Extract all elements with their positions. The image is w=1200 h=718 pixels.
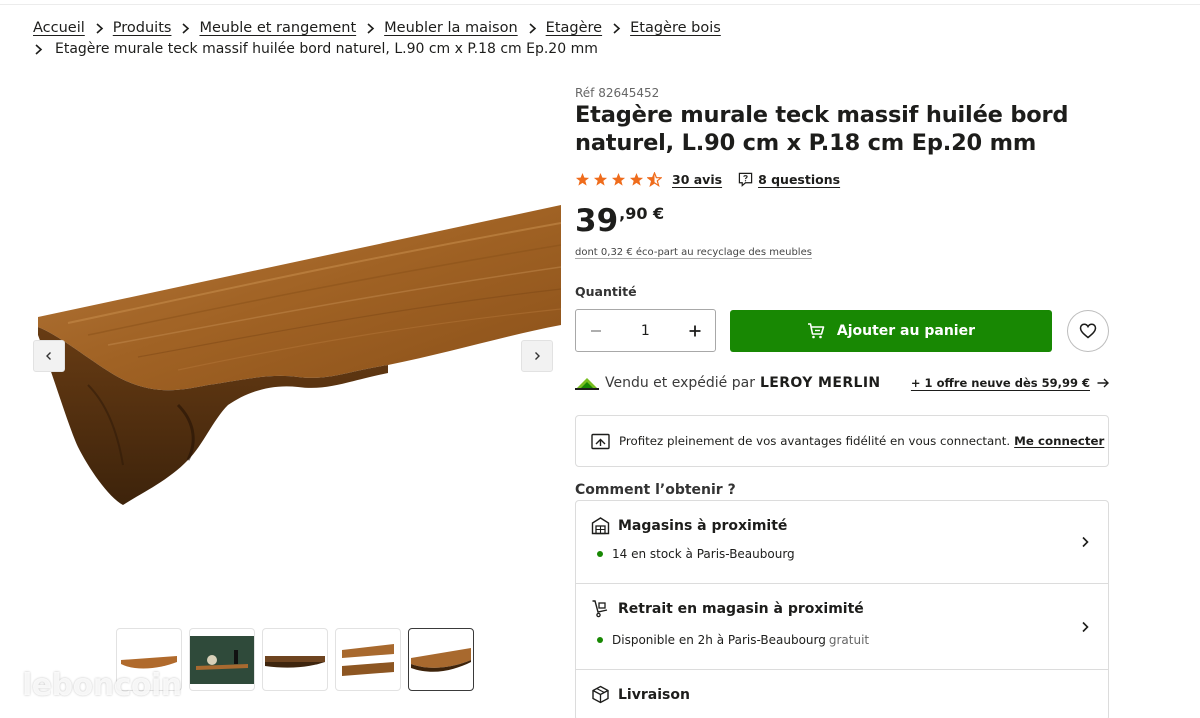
thumbnail-2[interactable]: [189, 628, 255, 691]
minus-icon: [591, 329, 601, 332]
breadcrumb-row: Accueil Produits Meuble et rangement Meu…: [33, 18, 1153, 39]
delivery-options: Magasins à proximité 14 en stock à Paris…: [575, 500, 1109, 718]
product-title: Etagère murale teck massif huilée bord n…: [575, 102, 1069, 156]
product-main-image[interactable]: [28, 205, 562, 505]
availability-dot: [597, 551, 603, 557]
loyalty-banner: Profitez pleinement de vos avantages fid…: [575, 415, 1109, 467]
pickup-text: Disponible en 2h à Paris-Beaubourg: [612, 633, 826, 647]
star-full-icon: [611, 172, 626, 186]
seller-text: Vendu et expédié par: [605, 375, 755, 391]
chevron-right-icon: [356, 18, 384, 39]
price-decimal: ,90 €: [619, 204, 665, 223]
quantity-increase-button[interactable]: [687, 323, 703, 339]
add-to-cart-label: Ajouter au panier: [836, 322, 975, 339]
delivery-option-label: Magasins à proximité: [618, 517, 788, 534]
quantity-input[interactable]: [625, 322, 666, 339]
loyalty-card-icon: [591, 433, 610, 449]
chevron-right-icon: [1082, 536, 1089, 548]
gallery-prev-button[interactable]: [33, 340, 65, 372]
top-divider: [0, 0, 1200, 5]
questions-link[interactable]: 8 questions: [738, 172, 840, 187]
heart-icon: [1079, 323, 1097, 338]
teak-shelf-image: [38, 205, 562, 505]
availability-dot: [597, 637, 603, 643]
quantity-decrease-button[interactable]: [588, 323, 604, 339]
chevron-right-icon: [33, 39, 55, 60]
questions-label: 8 questions: [758, 171, 841, 187]
thumbnail-3[interactable]: [262, 628, 328, 691]
delivery-option-detail: 14 en stock à Paris-Beaubourg: [597, 547, 1108, 561]
other-offers-label: + 1 offre neuve dès 59,99 €: [910, 376, 1090, 390]
add-to-cart-button[interactable]: Ajouter au panier: [729, 309, 1053, 352]
thumbnail-5-active[interactable]: [408, 628, 474, 691]
plus-icon: [689, 325, 701, 336]
chevron-right-icon: [518, 18, 546, 39]
seller-name: LEROY MERLIN: [759, 375, 881, 391]
chevron-right-icon: [1082, 621, 1089, 633]
delivery-option-detail: Disponible en 2h à Paris-Beaubourg gratu…: [597, 633, 1108, 647]
delivery-option-stores[interactable]: Magasins à proximité 14 en stock à Paris…: [576, 501, 1108, 584]
breadcrumb-current: Etagère murale teck massif huilée bord n…: [55, 41, 598, 57]
rating-row: 30 avis 8 questions: [575, 169, 1109, 189]
price-integer: 39: [575, 203, 619, 239]
star-full-icon: [629, 172, 644, 186]
arrow-right-icon: [1097, 378, 1109, 388]
delivery-option-title: Retrait en magasin à proximité: [591, 599, 1108, 618]
other-offers-link[interactable]: + 1 offre neuve dès 59,99 €: [911, 376, 1109, 390]
breadcrumb-meuble-rangement[interactable]: Meuble et rangement: [199, 18, 356, 39]
star-full-icon: [593, 172, 608, 186]
chevron-right-icon: [171, 18, 199, 39]
delivery-option-pickup[interactable]: Retrait en magasin à proximité Disponibl…: [576, 584, 1108, 670]
wishlist-button[interactable]: [1067, 309, 1110, 352]
breadcrumb-accueil[interactable]: Accueil: [33, 18, 85, 39]
reviews-link[interactable]: 30 avis: [672, 172, 722, 187]
gallery-next-button[interactable]: [521, 340, 553, 372]
loyalty-text: Profitez pleinement de vos avantages fid…: [619, 434, 1011, 448]
quantity-stepper: [575, 309, 716, 352]
package-icon: [592, 685, 609, 704]
price: 39 ,90 €: [575, 203, 1109, 239]
trolley-icon: [592, 600, 608, 618]
quantity-label: Quantité: [575, 284, 637, 299]
breadcrumb-current-row: Etagère murale teck massif huilée bord n…: [33, 39, 1153, 60]
chevron-right-icon: [602, 18, 630, 39]
star-half-icon: [647, 171, 662, 187]
chevron-right-icon: [535, 352, 540, 360]
delivery-option-home[interactable]: Livraison: [576, 670, 1108, 718]
star-full-icon: [575, 172, 590, 186]
connect-link[interactable]: Me connecter: [1014, 434, 1104, 448]
delivery-option-label: Retrait en magasin à proximité: [618, 600, 864, 617]
product-ref: Réf 82645452: [575, 86, 660, 100]
obtain-heading: Comment l’obtenir ?: [575, 482, 736, 498]
pickup-price: gratuit: [828, 633, 870, 647]
breadcrumb-etagere-bois[interactable]: Etagère bois: [630, 18, 721, 39]
breadcrumb: Accueil Produits Meuble et rangement Meu…: [33, 18, 1153, 60]
delivery-option-title: Livraison: [591, 685, 1108, 704]
leroy-merlin-logo-icon: [575, 378, 599, 390]
product-info-panel: Réf 82645452 Etagère murale teck massif …: [575, 86, 1110, 718]
eco-part-note[interactable]: dont 0,32 € éco-part au recyclage des me…: [575, 247, 1109, 258]
thumbnail-4[interactable]: [335, 628, 401, 691]
breadcrumb-meubler-maison[interactable]: Meubler la maison: [384, 18, 518, 39]
delivery-option-title: Magasins à proximité: [591, 516, 1108, 535]
delivery-option-label: Livraison: [618, 686, 690, 703]
question-bubble-icon: [738, 172, 753, 187]
breadcrumb-etagere[interactable]: Etagère: [546, 18, 602, 39]
stock-text: 14 en stock à Paris-Beaubourg: [612, 547, 795, 561]
cart-icon: [807, 322, 825, 338]
store-icon: [591, 517, 610, 535]
chevron-right-icon: [85, 18, 113, 39]
buy-row: Ajouter au panier: [575, 309, 1110, 352]
breadcrumb-produits[interactable]: Produits: [113, 18, 172, 39]
seller-row: Vendu et expédié par LEROY MERLIN + 1 of…: [575, 373, 1109, 393]
rating-stars: [575, 171, 662, 187]
chevron-left-icon: [46, 352, 51, 360]
leboncoin-watermark: leboncoin: [22, 668, 182, 703]
